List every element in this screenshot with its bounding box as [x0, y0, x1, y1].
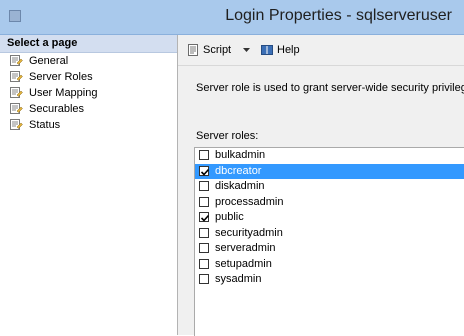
role-checkbox[interactable]	[199, 150, 209, 160]
select-page-header: Select a page	[0, 35, 177, 53]
server-role-row[interactable]: dbcreator	[195, 163, 464, 179]
nav-item-label: General	[29, 55, 69, 67]
chevron-down-icon	[243, 48, 250, 52]
role-name: securityadmin	[215, 226, 283, 239]
nav-item-user-mapping[interactable]: User Mapping	[0, 85, 177, 101]
app-icon	[9, 10, 21, 22]
server-roles-label: Server roles:	[196, 130, 259, 142]
help-label: Help	[277, 44, 300, 56]
role-checkbox[interactable]	[199, 258, 209, 269]
nav-item-label: Server Roles	[29, 71, 93, 83]
nav-item-label: User Mapping	[29, 87, 98, 99]
nav-item-securables[interactable]: Securables	[0, 101, 177, 117]
page-icon	[10, 87, 23, 98]
server-role-row[interactable]: bulkadmin	[195, 148, 464, 164]
role-name: processadmin	[215, 195, 284, 208]
window-title: Login Properties - sqlserveruser	[225, 7, 452, 24]
nav-item-label: Securables	[29, 103, 85, 115]
page-icon	[10, 119, 23, 130]
server-role-description: Server role is used to grant server-wide…	[196, 82, 464, 94]
server-role-row[interactable]: diskadmin	[195, 179, 464, 195]
checkmark-icon	[200, 214, 210, 222]
script-icon	[188, 44, 198, 56]
role-checkbox[interactable]	[199, 181, 209, 191]
role-name: setupadmin	[215, 257, 272, 270]
role-name: serveradmin	[215, 242, 276, 254]
server-roles-list[interactable]: bulkadmin dbcreator diskadmin processadmin p…	[194, 147, 464, 336]
page-icon	[10, 103, 23, 114]
script-dropdown-button[interactable]	[242, 42, 251, 58]
role-name: diskadmin	[215, 180, 265, 192]
main-panel: Script Help Server role is used to grant…	[178, 35, 464, 336]
page-list: General Server Roles User Mapping Secura…	[0, 53, 177, 133]
nav-item-status[interactable]: Status	[0, 117, 177, 133]
page-selector-panel: Select a page General Server Roles User …	[0, 35, 178, 335]
role-checkbox[interactable]	[199, 227, 209, 238]
server-role-row[interactable]: sysadmin	[195, 272, 464, 288]
checkmark-icon	[200, 168, 210, 176]
server-role-row[interactable]: securityadmin	[195, 226, 464, 242]
server-role-row[interactable]: setupadmin	[195, 257, 464, 273]
server-role-row[interactable]: public	[195, 210, 464, 226]
nav-item-general[interactable]: General	[0, 53, 177, 69]
page-icon	[10, 55, 23, 66]
role-checkbox[interactable]	[199, 274, 209, 284]
role-name: bulkadmin	[215, 149, 266, 161]
title-bar: Login Properties - sqlserveruser	[0, 0, 464, 35]
server-role-row[interactable]: processadmin	[195, 195, 464, 211]
toolbar: Script Help	[178, 35, 464, 66]
role-name: dbcreator	[215, 164, 262, 177]
script-label: Script	[203, 44, 232, 56]
role-checkbox[interactable]	[199, 212, 210, 222]
help-icon	[261, 45, 273, 55]
role-checkbox[interactable]	[199, 165, 210, 176]
role-checkbox[interactable]	[199, 196, 209, 207]
page-icon	[10, 71, 23, 82]
server-role-row[interactable]: serveradmin	[195, 241, 464, 257]
role-name: sysadmin	[215, 273, 262, 285]
role-name: public	[215, 211, 244, 223]
nav-item-label: Status	[29, 119, 61, 131]
nav-item-server-roles[interactable]: Server Roles	[0, 69, 177, 85]
role-checkbox[interactable]	[199, 243, 209, 253]
